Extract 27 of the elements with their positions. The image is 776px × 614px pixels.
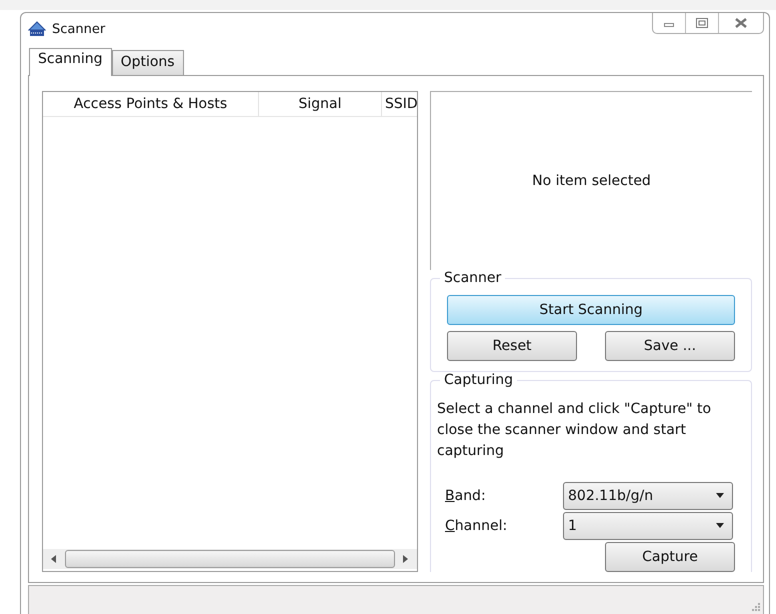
button[interactable]: Reset <box>447 330 577 361</box>
column-header[interactable]: Access Points & Hosts <box>43 92 259 116</box>
group-title: Capturing <box>440 372 518 388</box>
column-header[interactable]: SSID <box>382 92 417 116</box>
column-header[interactable]: Signal <box>259 92 382 116</box>
scroll-thumb[interactable] <box>65 550 395 568</box>
resize-grip-icon[interactable] <box>752 603 760 611</box>
tab[interactable]: Scanning <box>29 48 112 76</box>
scroll-right-icon[interactable] <box>403 554 409 563</box>
instructions-text: Select a channel and click "Capture" to close the scanner window and start capturing <box>437 400 712 461</box>
button[interactable]: Start Scanning <box>447 294 735 325</box>
tab[interactable]: Options <box>112 50 184 75</box>
dropdown-arrow-icon <box>716 523 724 528</box>
field-label: Channel: <box>445 518 508 534</box>
button[interactable]: Capture <box>605 542 735 572</box>
empty-message: No item selected <box>532 172 651 189</box>
restore-icon <box>696 18 708 28</box>
dropdown-arrow-icon <box>716 493 724 498</box>
window-title: Scanner <box>52 22 106 37</box>
close-icon <box>735 18 747 28</box>
dropdown[interactable]: 1 <box>563 512 733 540</box>
scroll-left-icon[interactable] <box>51 554 57 563</box>
horizontal-scrollbar[interactable] <box>43 548 417 569</box>
field-label: Band: <box>445 488 487 504</box>
app-icon <box>28 21 46 38</box>
dropdown[interactable]: 802.11b/g/n <box>563 482 733 510</box>
button[interactable]: Save ... <box>605 330 735 361</box>
